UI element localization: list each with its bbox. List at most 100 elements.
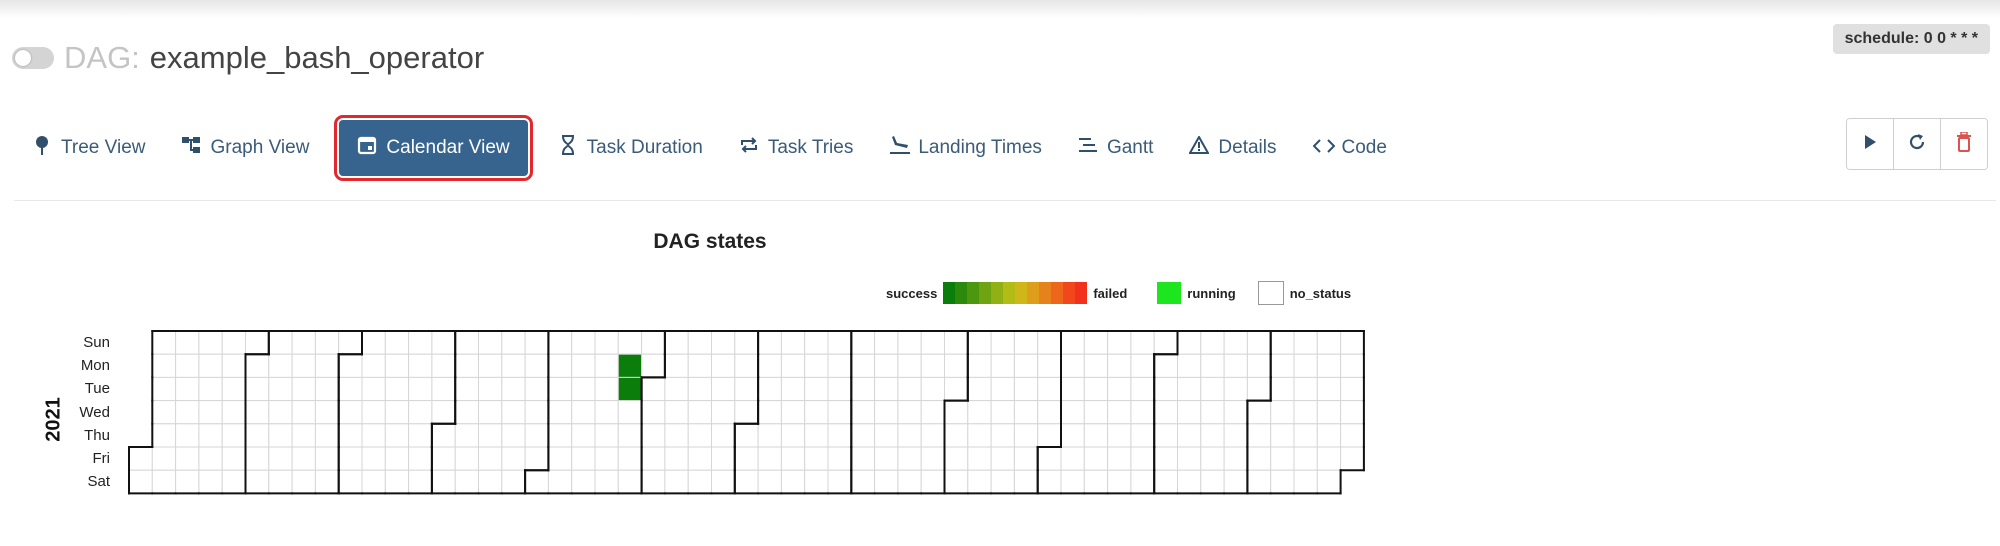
calendar-day[interactable] xyxy=(827,376,852,402)
calendar-day[interactable] xyxy=(687,446,713,471)
calendar-day[interactable] xyxy=(1316,423,1342,448)
calendar-day[interactable] xyxy=(641,376,666,402)
calendar-day[interactable] xyxy=(711,330,736,355)
calendar-day[interactable] xyxy=(1037,330,1062,355)
calendar-day[interactable] xyxy=(641,400,666,425)
calendar-day[interactable] xyxy=(1107,353,1132,378)
calendar-day[interactable] xyxy=(175,400,200,425)
calendar-day-success[interactable] xyxy=(617,353,643,378)
calendar-day[interactable] xyxy=(314,423,340,448)
calendar-day[interactable] xyxy=(897,423,922,448)
calendar-day[interactable] xyxy=(524,353,549,378)
calendar-day[interactable] xyxy=(944,376,969,402)
calendar-day[interactable] xyxy=(990,376,1015,402)
calendar-day[interactable] xyxy=(291,376,316,402)
calendar-day[interactable] xyxy=(361,376,386,402)
calendar-day[interactable] xyxy=(990,330,1015,355)
calendar-day[interactable] xyxy=(1293,423,1318,448)
calendar-day[interactable] xyxy=(1083,353,1109,378)
calendar-day[interactable] xyxy=(1060,330,1085,355)
calendar-day[interactable] xyxy=(1340,376,1365,402)
calendar-day[interactable] xyxy=(291,423,316,448)
calendar-day[interactable] xyxy=(454,446,480,471)
calendar-day[interactable] xyxy=(384,446,410,471)
calendar-day[interactable] xyxy=(1270,330,1295,355)
calendar-day[interactable] xyxy=(361,353,386,378)
calendar-day[interactable] xyxy=(920,423,946,448)
calendar-day[interactable] xyxy=(1130,330,1155,355)
calendar-day[interactable] xyxy=(478,446,503,471)
calendar-day[interactable] xyxy=(291,353,316,378)
calendar-day[interactable] xyxy=(1293,376,1318,402)
calendar-day[interactable] xyxy=(1316,469,1342,494)
calendar-day[interactable] xyxy=(1107,376,1132,402)
calendar-day[interactable] xyxy=(501,353,526,378)
calendar-day[interactable] xyxy=(641,446,666,471)
calendar-day[interactable] xyxy=(478,353,503,378)
calendar-day[interactable] xyxy=(780,469,806,494)
calendar-day[interactable] xyxy=(454,469,480,494)
calendar-day[interactable] xyxy=(571,400,596,425)
calendar-day[interactable] xyxy=(408,400,433,425)
calendar-day[interactable] xyxy=(431,469,456,494)
calendar-day[interactable] xyxy=(944,400,969,425)
calendar-day[interactable] xyxy=(1037,446,1062,471)
calendar-day[interactable] xyxy=(1083,446,1109,471)
calendar-day[interactable] xyxy=(967,469,992,494)
calendar-day[interactable] xyxy=(804,446,829,471)
calendar-day[interactable] xyxy=(594,469,619,494)
calendar-day[interactable] xyxy=(641,423,666,448)
calendar-day[interactable] xyxy=(1223,423,1248,448)
calendar-day[interactable] xyxy=(478,423,503,448)
calendar-day[interactable] xyxy=(780,400,806,425)
calendar-day[interactable] xyxy=(198,330,223,355)
calendar-day[interactable] xyxy=(1246,353,1272,378)
calendar-day[interactable] xyxy=(944,423,969,448)
calendar-day[interactable] xyxy=(198,376,223,402)
calendar-day[interactable] xyxy=(850,353,876,378)
calendar-day[interactable] xyxy=(501,446,526,471)
calendar-day[interactable] xyxy=(967,353,992,378)
calendar-day[interactable] xyxy=(1200,446,1225,471)
calendar-day[interactable] xyxy=(664,353,689,378)
calendar-day[interactable] xyxy=(478,469,503,494)
calendar-day[interactable] xyxy=(757,330,782,355)
calendar-day[interactable] xyxy=(1223,330,1248,355)
calendar-day[interactable] xyxy=(524,469,549,494)
calendar-day[interactable] xyxy=(1270,376,1295,402)
calendar-day[interactable] xyxy=(454,376,480,402)
calendar-day[interactable] xyxy=(268,353,293,378)
calendar-day[interactable] xyxy=(850,469,876,494)
calendar-day[interactable] xyxy=(408,446,433,471)
calendar-day[interactable] xyxy=(1153,400,1178,425)
calendar-day[interactable] xyxy=(874,423,899,448)
calendar-day[interactable] xyxy=(1177,423,1202,448)
calendar-day[interactable] xyxy=(245,376,270,402)
calendar-day[interactable] xyxy=(757,423,782,448)
calendar-day[interactable] xyxy=(617,400,643,425)
calendar-day[interactable] xyxy=(1130,423,1155,448)
calendar-day[interactable] xyxy=(454,423,480,448)
calendar-day[interactable] xyxy=(1177,353,1202,378)
calendar-day[interactable] xyxy=(1246,400,1272,425)
calendar-day[interactable] xyxy=(920,353,946,378)
calendar-day[interactable] xyxy=(1177,376,1202,402)
calendar-day[interactable] xyxy=(1200,423,1225,448)
calendar-day[interactable] xyxy=(1200,469,1225,494)
calendar-day[interactable] xyxy=(408,330,433,355)
calendar-day[interactable] xyxy=(1083,376,1109,402)
calendar-day[interactable] xyxy=(641,469,666,494)
calendar-day[interactable] xyxy=(314,469,340,494)
calendar-day[interactable] xyxy=(408,376,433,402)
calendar-day[interactable] xyxy=(1340,423,1365,448)
calendar-day[interactable] xyxy=(641,353,666,378)
calendar-day[interactable] xyxy=(617,330,643,355)
calendar-day[interactable] xyxy=(1060,446,1085,471)
calendar-day[interactable] xyxy=(268,469,293,494)
calendar-day[interactable] xyxy=(664,376,689,402)
calendar-day[interactable] xyxy=(1013,353,1039,378)
calendar-day[interactable] xyxy=(361,423,386,448)
calendar-day[interactable] xyxy=(711,376,736,402)
calendar-day[interactable] xyxy=(1340,400,1365,425)
calendar-day[interactable] xyxy=(151,469,177,494)
